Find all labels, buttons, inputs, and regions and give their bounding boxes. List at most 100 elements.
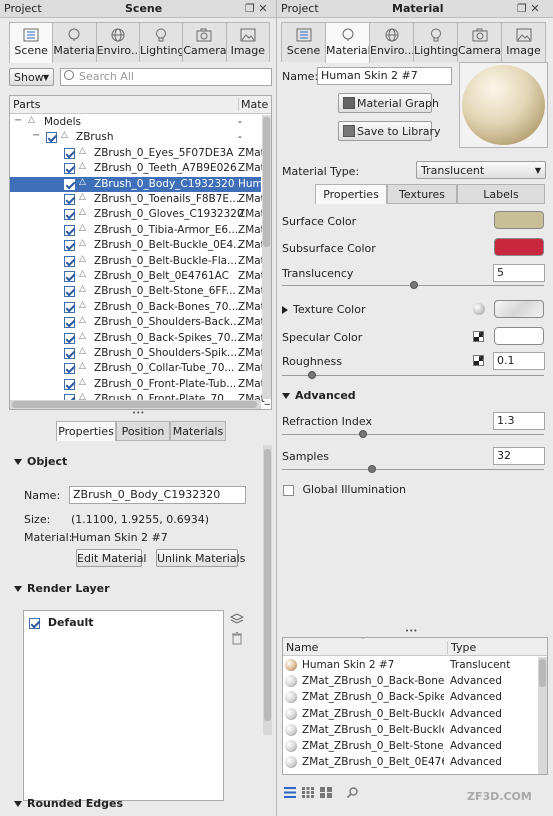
tab-lighting[interactable]: Lighting — [413, 22, 458, 62]
parts-column-header[interactable]: Parts — [13, 98, 40, 111]
visibility-checkbox[interactable] — [64, 271, 75, 282]
visibility-checkbox[interactable] — [64, 240, 75, 252]
tree-row[interactable]: △ ZBrush_0_Collar-Tube_70... ZMat_ — [10, 361, 270, 376]
tab-image[interactable]: Image — [501, 22, 546, 62]
object-name-field[interactable]: ZBrush_0_Body_C1932320 — [69, 486, 246, 504]
tree-row[interactable]: △ ZBrush_0_Shoulders-Back... ZMat_ — [10, 315, 270, 330]
material-list-row[interactable]: ZMat_ZBrush_0_Belt-Buckle-Fl Advanced — [285, 707, 537, 723]
list-view-icon[interactable] — [284, 787, 296, 798]
refraction-slider-handle[interactable] — [359, 430, 367, 438]
visibility-checkbox[interactable] — [64, 178, 75, 190]
material-list-row[interactable]: ZMat_ZBrush_0_Belt_0E4761A Advanced — [285, 755, 537, 771]
subtab-properties[interactable]: Properties — [56, 421, 116, 441]
tab-material[interactable]: Material — [52, 22, 97, 62]
samples-field[interactable]: 32 — [493, 447, 545, 465]
large-grid-view-icon[interactable] — [320, 787, 332, 798]
unlink-materials-button[interactable]: Unlink Materials — [156, 549, 245, 567]
texture-color-row[interactable]: Texture Color — [282, 303, 365, 316]
specular-texture-icon[interactable] — [473, 331, 484, 342]
tree-row[interactable]: △ ZBrush_0_Body_C1932320 Huma — [10, 176, 269, 192]
visibility-checkbox[interactable] — [64, 317, 75, 329]
properties-vscrollbar[interactable] — [263, 445, 272, 735]
material-list-vscrollbar[interactable] — [538, 657, 547, 774]
visibility-checkbox[interactable] — [64, 255, 75, 267]
tab-camera[interactable]: Camera — [182, 22, 227, 62]
tree-row[interactable]: △ ZBrush_0_Gloves_C1932320 ZMat_ — [10, 207, 270, 222]
grid-view-icon[interactable] — [302, 787, 314, 798]
texture-color-swatch[interactable] — [494, 300, 544, 318]
material-list-row[interactable]: ZMat_ZBrush_0_Back-Spikes_7 Advanced — [285, 690, 537, 706]
delete-layer-icon[interactable] — [231, 632, 243, 645]
roughness-texture-icon[interactable] — [473, 355, 484, 366]
material-list-vscroll-thumb[interactable] — [539, 659, 546, 687]
tab-material[interactable]: Material — [325, 22, 370, 63]
subtab-materials[interactable]: Materials — [170, 421, 226, 441]
save-to-library-button[interactable]: Save to Library — [338, 121, 441, 141]
show-dropdown[interactable]: Show ▼ — [9, 68, 54, 86]
roughness-slider-handle[interactable] — [308, 371, 316, 379]
tab-enviro[interactable]: Enviro... — [95, 22, 140, 62]
advanced-section-header[interactable]: Advanced — [282, 389, 356, 402]
tree-row[interactable]: △ ZBrush_0_Front-Plate-Tub... ZMat_ — [10, 377, 270, 392]
material-list-row[interactable]: Human Skin 2 #7 Translucent — [285, 658, 537, 674]
render-layer-section-header[interactable]: Render Layer — [14, 582, 110, 595]
surface-color-swatch[interactable] — [494, 211, 544, 229]
visibility-checkbox[interactable] — [64, 363, 75, 375]
material-name-field[interactable]: Human Skin 2 #7 — [317, 67, 452, 85]
roughness-field[interactable]: 0.1 — [493, 352, 545, 370]
tree-row[interactable]: △ ZBrush_0_Belt_0E4761AC ZMat_ — [10, 269, 270, 284]
visibility-checkbox[interactable] — [64, 194, 75, 205]
search-input[interactable]: Search All — [60, 68, 272, 86]
samples-slider[interactable] — [282, 469, 544, 470]
splitter-handle[interactable]: ••• — [132, 409, 144, 417]
texture-sphere-icon[interactable] — [473, 303, 485, 315]
tree-row[interactable]: △ ZBrush_0_Belt-Buckle-Fla... ZMat_ — [10, 254, 270, 269]
tab-image[interactable]: Image — [225, 22, 270, 62]
visibility-checkbox[interactable] — [64, 286, 75, 298]
layer-default-checkbox[interactable] — [29, 617, 40, 629]
tree-row[interactable]: △ ZBrush_0_Belt-Buckle_0E4... ZMat_ — [10, 238, 270, 253]
visibility-checkbox[interactable] — [64, 163, 75, 175]
material-list-row[interactable]: ZMat_ZBrush_0_Belt-Stone_6F Advanced — [285, 739, 537, 755]
samples-slider-handle[interactable] — [368, 465, 376, 473]
material-graph-button[interactable]: Material Graph — [338, 93, 439, 113]
visibility-checkbox[interactable] — [64, 301, 75, 313]
subtab-textures[interactable]: Textures — [387, 184, 457, 204]
refraction-index-field[interactable]: 1.3 — [493, 412, 545, 430]
subtab-position[interactable]: Position — [116, 421, 170, 441]
edit-material-button[interactable]: Edit Material — [76, 549, 147, 567]
tree-row[interactable]: △ ZBrush_0_Eyes_5F07DE3A ZMat_ — [10, 146, 270, 161]
material-preview[interactable] — [459, 62, 548, 148]
tree-vscroll-thumb[interactable] — [263, 117, 270, 247]
tree-hscroll-thumb[interactable] — [12, 401, 257, 408]
name-column-header[interactable]: Name — [286, 641, 318, 654]
expand-minus-icon[interactable]: − — [14, 115, 22, 126]
subtab-labels[interactable]: Labels — [457, 184, 545, 204]
global-illumination-checkbox[interactable] — [283, 484, 294, 496]
visibility-checkbox[interactable] — [64, 332, 75, 344]
roughness-slider[interactable] — [282, 375, 544, 376]
properties-vscroll-thumb[interactable] — [264, 449, 271, 721]
visibility-checkbox[interactable] — [64, 348, 75, 359]
panel-controls[interactable]: ❐ ✕ — [517, 2, 540, 15]
material-list-row[interactable]: ZMat_ZBrush_0_Belt-Buckle_0 Advanced — [285, 723, 537, 739]
tree-row[interactable]: △ ZBrush_0_Tibia-Armor_E6... ZMat_ — [10, 223, 270, 238]
tree-row[interactable]: △ ZBrush_0_Back-Spikes_70... ZMat_ — [10, 331, 270, 346]
tree-row-group[interactable]: − △ ZBrush - — [10, 130, 261, 145]
translucency-field[interactable]: 5 — [493, 264, 545, 282]
tab-scene[interactable]: Scene — [9, 22, 54, 63]
object-section-header[interactable]: Object — [14, 455, 67, 468]
material-list-row[interactable]: ZMat_ZBrush_0_Back-Bones_7 Advanced — [285, 674, 537, 690]
add-layer-icon[interactable] — [229, 612, 245, 624]
rounded-edges-section-header[interactable]: Rounded Edges — [14, 797, 123, 810]
search-icon[interactable] — [346, 787, 358, 799]
type-column-header[interactable]: Type — [447, 641, 476, 654]
tree-row[interactable]: △ ZBrush_0_Teeth_A7B9E026 ZMat_ — [10, 161, 270, 176]
tree-row[interactable]: △ ZBrush_0_Toenails_F8B7E... ZMat_ — [10, 192, 270, 207]
splitter-handle[interactable]: ••• — [405, 627, 417, 635]
tab-scene[interactable]: Scene — [281, 22, 326, 62]
subsurface-color-swatch[interactable] — [494, 238, 544, 256]
expand-minus-icon[interactable]: − — [32, 130, 40, 141]
refraction-slider[interactable] — [282, 434, 544, 435]
tree-row[interactable]: △ ZBrush_0_Belt-Stone_6FF... ZMat_ — [10, 284, 270, 299]
